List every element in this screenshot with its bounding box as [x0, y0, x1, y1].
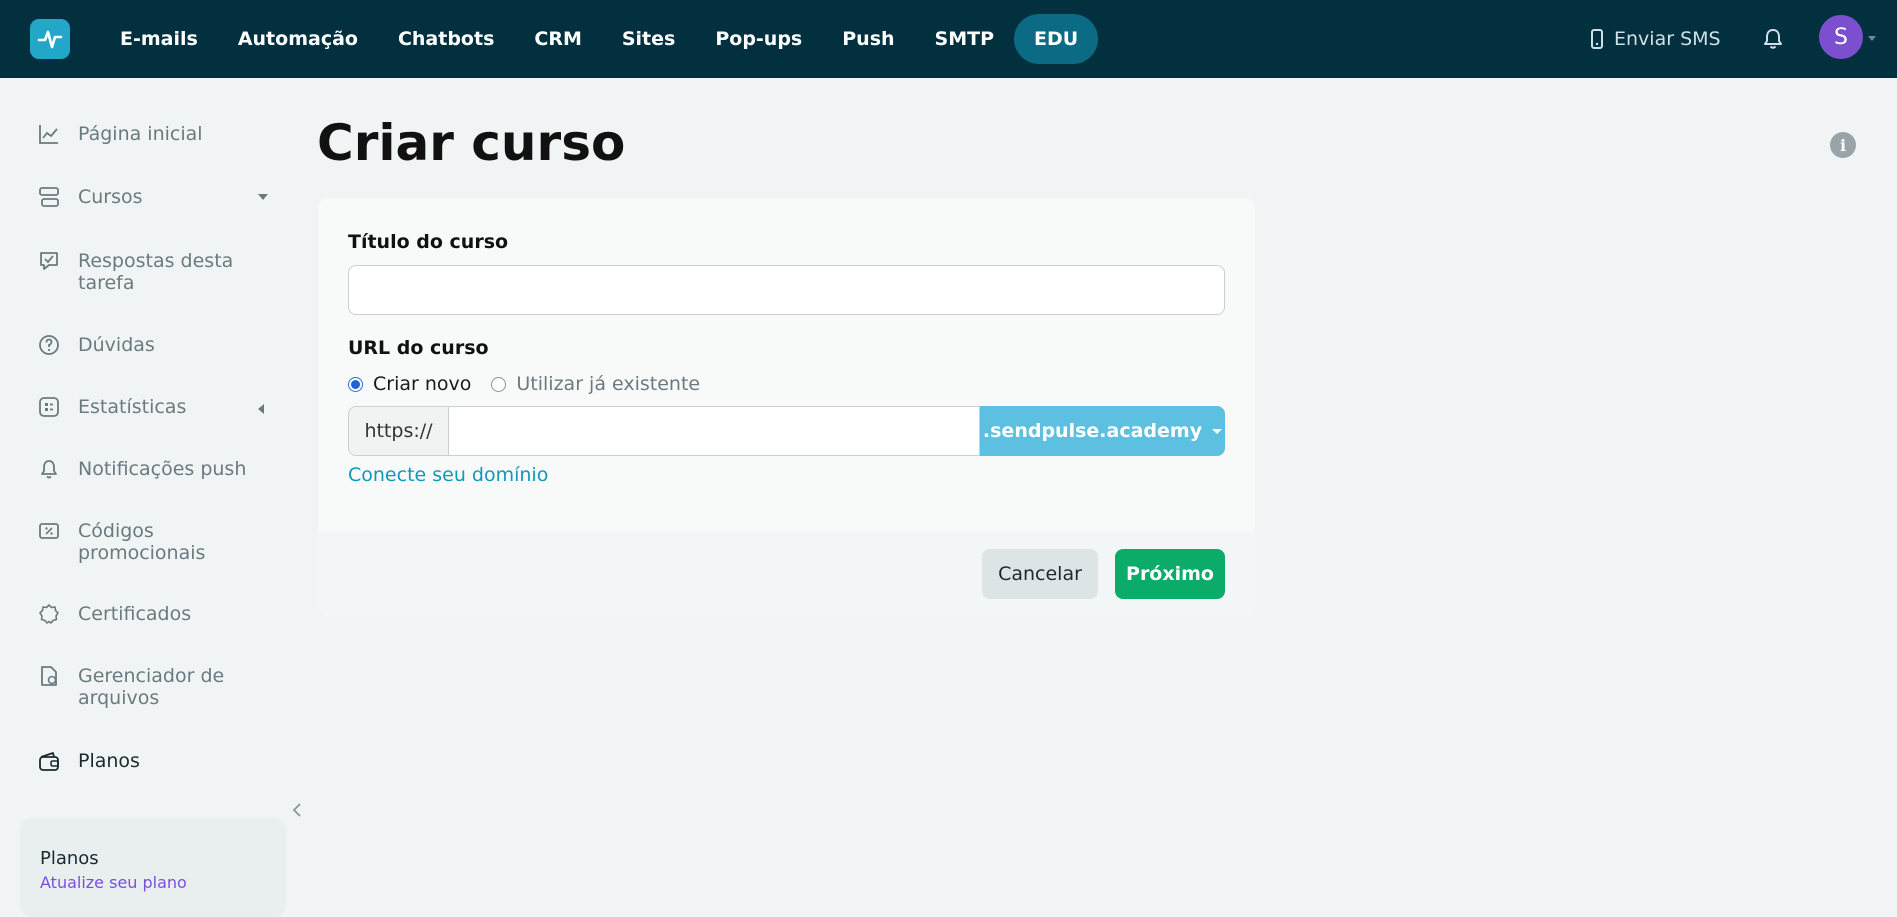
badge-icon: [39, 604, 59, 624]
domain-select[interactable]: .sendpulse.academy: [980, 406, 1225, 456]
plan-card-title: Planos: [40, 848, 99, 869]
sidebar-item-respostas[interactable]: Respostas desta tarefa: [38, 250, 278, 294]
sidebar-item-label: Certificados: [78, 603, 192, 625]
send-sms-button[interactable]: Enviar SMS: [1590, 0, 1721, 78]
bell-icon[interactable]: [1760, 26, 1786, 52]
chevron-down-icon: [1212, 428, 1223, 434]
phone-icon: [1591, 29, 1603, 49]
sidebar-item-label: Página inicial: [78, 123, 203, 145]
course-url-label: URL do curso: [348, 337, 489, 359]
radio-use-existing[interactable]: [491, 376, 507, 392]
main-nav: E-mails Automação Chatbots CRM Sites Pop…: [100, 0, 1099, 78]
info-icon[interactable]: i: [1830, 132, 1856, 158]
file-manager-icon: [41, 666, 57, 686]
upgrade-plan-link[interactable]: Atualize seu plano: [40, 873, 266, 892]
sidebar-item-label: Códigos promocionais: [78, 520, 206, 564]
sidebar-item-duvidas[interactable]: Dúvidas: [38, 334, 278, 356]
sidebar-item-cursos[interactable]: Cursos: [38, 186, 278, 208]
collapse-sidebar-icon[interactable]: [290, 800, 304, 820]
sidebar-item-label: Planos: [78, 750, 140, 772]
sidebar-item-planos[interactable]: Planos: [38, 750, 278, 772]
bell-icon: [41, 460, 57, 479]
question-icon: [39, 335, 59, 355]
nav-sites[interactable]: Sites: [602, 14, 695, 64]
page-title: Criar curso: [317, 114, 626, 172]
chevron-down-icon[interactable]: [1868, 36, 1876, 41]
plan-card[interactable]: Planos Atualize seu plano: [20, 818, 286, 917]
answers-icon: [40, 252, 58, 270]
url-mode-radios: Criar novo Utilizar já existente: [348, 373, 700, 395]
nav-chatbots[interactable]: Chatbots: [378, 14, 514, 64]
radio-create-new-label[interactable]: Criar novo: [373, 373, 471, 395]
sidebar: Página inicial Cursos Respostas desta ta…: [0, 78, 301, 917]
sidebar-item-notificacoes[interactable]: Notificações push: [38, 458, 278, 480]
chevron-left-icon[interactable]: [258, 404, 264, 414]
layers-icon: [39, 187, 59, 207]
nav-edu[interactable]: EDU: [1014, 14, 1099, 64]
create-course-form: Título do curso URL do curso Criar novo …: [318, 198, 1255, 616]
chart-line-icon: [39, 125, 58, 144]
nav-smtp[interactable]: SMTP: [915, 14, 1014, 64]
pulse-icon[interactable]: [30, 19, 70, 59]
sidebar-item-label: Estatísticas: [78, 396, 187, 418]
send-sms-label: Enviar SMS: [1614, 28, 1721, 50]
nav-emails[interactable]: E-mails: [100, 14, 218, 64]
sidebar-item-home[interactable]: Página inicial: [38, 123, 278, 145]
course-url-input[interactable]: [448, 406, 980, 456]
sidebar-item-label: Gerenciador de arquivos: [78, 665, 225, 709]
nav-push[interactable]: Push: [822, 14, 914, 64]
coupon-icon: [39, 523, 59, 539]
avatar[interactable]: S: [1819, 15, 1863, 59]
url-prefix: https://: [348, 406, 448, 456]
radio-use-existing-label[interactable]: Utilizar já existente: [516, 373, 700, 395]
url-input-group: https:// .sendpulse.academy: [348, 406, 1225, 456]
course-title-label: Título do curso: [348, 231, 509, 253]
wallet-icon: [39, 752, 59, 771]
sidebar-item-label: Notificações push: [78, 458, 247, 480]
sidebar-item-label: Dúvidas: [78, 334, 155, 356]
nav-popups[interactable]: Pop-ups: [695, 14, 822, 64]
top-navbar: E-mails Automação Chatbots CRM Sites Pop…: [0, 0, 1897, 78]
sidebar-item-certificados[interactable]: Certificados: [38, 603, 278, 625]
sidebar-item-label: Respostas desta tarefa: [78, 250, 234, 294]
sidebar-item-label: Cursos: [78, 186, 143, 208]
chevron-down-icon[interactable]: [258, 194, 268, 200]
radio-create-new[interactable]: [348, 376, 363, 392]
domain-label: .sendpulse.academy: [982, 420, 1203, 442]
sidebar-item-estatisticas[interactable]: Estatísticas: [38, 396, 278, 418]
nav-crm[interactable]: CRM: [514, 14, 601, 64]
stats-icon: [39, 397, 59, 417]
connect-domain-link[interactable]: Conecte seu domínio: [348, 464, 548, 486]
course-title-input[interactable]: [348, 265, 1225, 315]
cancel-button[interactable]: Cancelar: [982, 549, 1098, 599]
sidebar-item-gerenciador[interactable]: Gerenciador de arquivos: [38, 665, 278, 709]
sidebar-item-codigos[interactable]: Códigos promocionais: [38, 520, 278, 564]
nav-automacao[interactable]: Automação: [218, 14, 378, 64]
next-button[interactable]: Próximo: [1115, 549, 1225, 599]
